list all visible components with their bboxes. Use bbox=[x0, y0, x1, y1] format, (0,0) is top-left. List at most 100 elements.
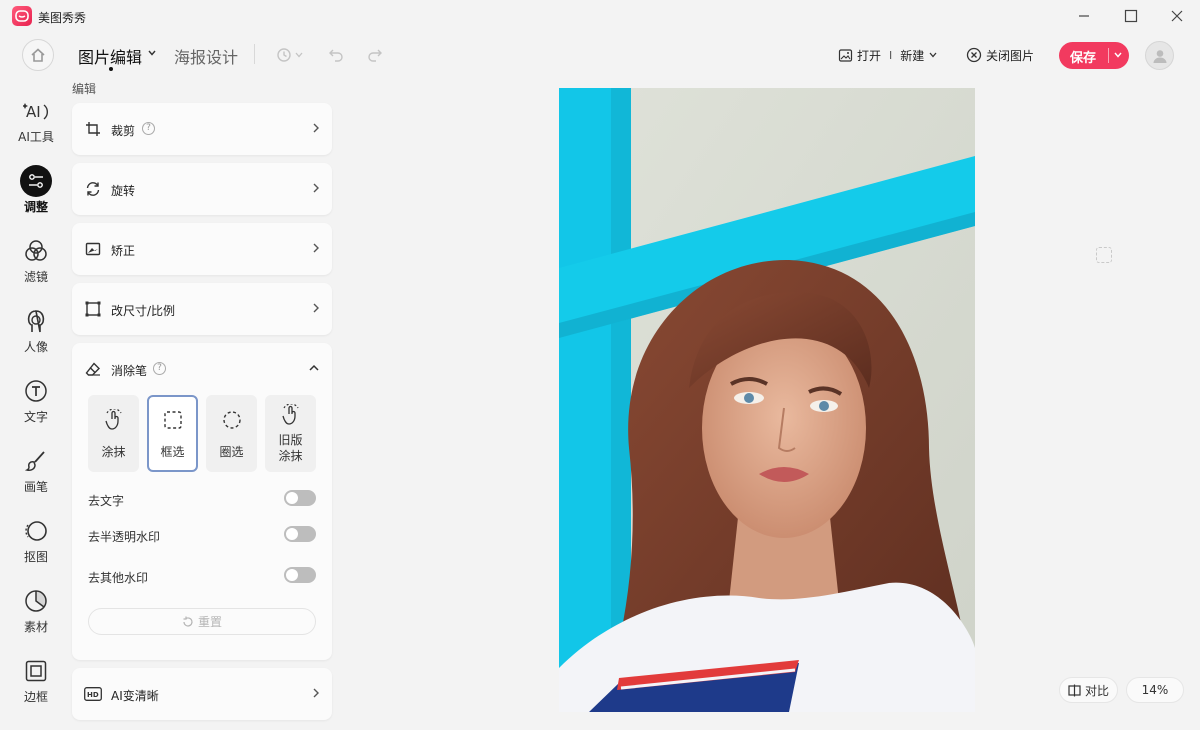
nav-label: 抠图 bbox=[23, 550, 48, 564]
nav-item-portrait[interactable]: 人像 bbox=[8, 306, 64, 366]
app-name: 美图秀秀 bbox=[38, 11, 87, 25]
nav-label: 人像 bbox=[23, 340, 48, 354]
toggle-label: 去其他水印 bbox=[88, 571, 149, 585]
resize-label: 改尺寸/比例 bbox=[111, 304, 176, 318]
home-icon bbox=[31, 48, 45, 62]
tool-box-select[interactable]: 框选 bbox=[147, 395, 198, 472]
tool-label: 圈选 bbox=[219, 445, 244, 459]
nav-item-text[interactable]: 文字 bbox=[8, 376, 64, 436]
minimize-icon[interactable] bbox=[1076, 8, 1092, 24]
rotate-row[interactable]: 旋转 bbox=[72, 163, 332, 215]
tool-smear[interactable]: 涂抹 bbox=[88, 395, 139, 472]
rotate-icon bbox=[84, 180, 102, 198]
compare-button[interactable]: 对比 bbox=[1059, 677, 1118, 703]
material-icon bbox=[8, 586, 64, 616]
chevron-down-icon[interactable] bbox=[147, 47, 157, 61]
portrait-icon bbox=[8, 306, 64, 336]
nav-item-cutout[interactable]: 抠图 bbox=[8, 516, 64, 576]
ai-sharpen-label: AI变清晰 bbox=[111, 689, 159, 703]
nav-label: 画笔 bbox=[23, 480, 48, 494]
lasso-select-icon bbox=[206, 409, 257, 431]
close-window-icon[interactable] bbox=[1169, 8, 1185, 24]
toggle-remove-other-watermark: 去其他水印 bbox=[88, 567, 316, 587]
nav-item-brush[interactable]: 画笔 bbox=[8, 446, 64, 506]
title-bar: 美图秀秀 bbox=[0, 0, 1200, 32]
history-icon[interactable] bbox=[274, 45, 294, 65]
close-image-label: 关闭图片 bbox=[986, 48, 1035, 63]
canvas-image[interactable] bbox=[559, 88, 975, 712]
nav-label: AI工具 bbox=[18, 130, 54, 144]
crop-row[interactable]: 裁剪 ? bbox=[72, 103, 332, 155]
toggle-label: 去半透明水印 bbox=[88, 530, 161, 544]
nav-item-ai-tools[interactable]: AI AI工具 bbox=[8, 96, 64, 156]
remove-text-switch[interactable] bbox=[284, 490, 316, 506]
save-label: 保存 bbox=[1070, 51, 1097, 66]
tool-label-line1: 旧版 bbox=[278, 433, 303, 447]
help-icon[interactable]: ? bbox=[142, 122, 155, 135]
remove-translucent-watermark-switch[interactable] bbox=[284, 526, 316, 542]
nav-label: 调整 bbox=[23, 200, 48, 214]
open-button[interactable]: 打开 bbox=[857, 47, 881, 64]
nav-item-filter[interactable]: 滤镜 bbox=[8, 236, 64, 296]
eraser-panel: 消除笔 ? 涂抹 框选 圈选 旧版 涂抹 去文字 去半透明水印 去其他水印 重置 bbox=[72, 343, 332, 660]
active-tab-indicator bbox=[109, 67, 113, 71]
save-chevron-icon[interactable] bbox=[1113, 49, 1123, 64]
tool-legacy-smear[interactable]: 旧版 涂抹 bbox=[265, 395, 316, 472]
crop-icon bbox=[84, 120, 102, 138]
nav-item-adjust[interactable]: 调整 bbox=[8, 165, 64, 226]
new-button[interactable]: 新建 bbox=[900, 47, 924, 64]
tool-lasso-select[interactable]: 圈选 bbox=[206, 395, 257, 472]
app-logo-icon bbox=[12, 6, 32, 26]
eraser-header[interactable]: 消除笔 ? bbox=[72, 343, 332, 395]
toolbar-divider bbox=[254, 44, 255, 64]
zoom-level-button[interactable]: 14% bbox=[1126, 677, 1184, 703]
resize-icon bbox=[84, 300, 102, 318]
resize-row[interactable]: 改尺寸/比例 bbox=[72, 283, 332, 335]
close-image-button[interactable]: 关闭图片 bbox=[966, 46, 1034, 64]
redo-icon[interactable] bbox=[365, 45, 385, 65]
correct-row[interactable]: 矫正 bbox=[72, 223, 332, 275]
nav-label: 文字 bbox=[23, 410, 48, 424]
chevron-up-icon[interactable] bbox=[308, 362, 320, 376]
history-chevron-icon[interactable] bbox=[292, 45, 306, 65]
home-button[interactable] bbox=[22, 39, 54, 71]
nav-item-frame[interactable]: 边框 bbox=[8, 656, 64, 716]
correct-label: 矫正 bbox=[111, 244, 136, 258]
tool-label: 框选 bbox=[160, 445, 185, 459]
text-icon bbox=[8, 376, 64, 406]
portrait-photo bbox=[559, 88, 975, 712]
save-split-divider bbox=[1108, 48, 1109, 63]
reset-button[interactable]: 重置 bbox=[88, 608, 316, 635]
save-button[interactable]: 保存 bbox=[1059, 42, 1129, 69]
box-select-icon bbox=[149, 409, 196, 431]
ai-sharpen-row[interactable]: HD AI变清晰 bbox=[72, 668, 332, 720]
toggle-remove-translucent-watermark: 去半透明水印 bbox=[88, 526, 316, 546]
avatar[interactable] bbox=[1145, 41, 1174, 70]
help-icon[interactable]: ? bbox=[153, 362, 166, 375]
eraser-title: 消除笔 bbox=[111, 364, 148, 378]
nav-label: 滤镜 bbox=[23, 270, 48, 284]
maximize-icon[interactable] bbox=[1123, 8, 1139, 24]
nav-item-material[interactable]: 素材 bbox=[8, 586, 64, 646]
undo-icon[interactable] bbox=[326, 45, 346, 65]
compare-label: 对比 bbox=[1084, 683, 1109, 698]
smear-icon bbox=[88, 409, 139, 431]
close-circle-icon bbox=[966, 47, 982, 63]
reset-label: 重置 bbox=[197, 615, 222, 629]
tool-label-line2: 涂抹 bbox=[278, 449, 303, 463]
selection-indicator bbox=[1096, 247, 1112, 263]
svg-text:HD: HD bbox=[87, 691, 99, 699]
chevron-right-icon bbox=[312, 122, 320, 137]
tab-image-edit[interactable]: 图片编辑 bbox=[78, 44, 142, 68]
nav-label: 边框 bbox=[23, 690, 48, 704]
reset-icon bbox=[183, 616, 193, 627]
chevron-right-icon bbox=[312, 302, 320, 317]
compare-icon bbox=[1068, 684, 1081, 696]
remove-other-watermark-switch[interactable] bbox=[284, 567, 316, 583]
ai-tools-icon: AI bbox=[8, 96, 64, 126]
toolbar-separator: I bbox=[889, 48, 893, 62]
rotate-label: 旋转 bbox=[111, 184, 136, 198]
new-chevron-icon[interactable] bbox=[928, 50, 938, 60]
tab-poster-design[interactable]: 海报设计 bbox=[174, 44, 238, 68]
filter-icon bbox=[8, 236, 64, 266]
